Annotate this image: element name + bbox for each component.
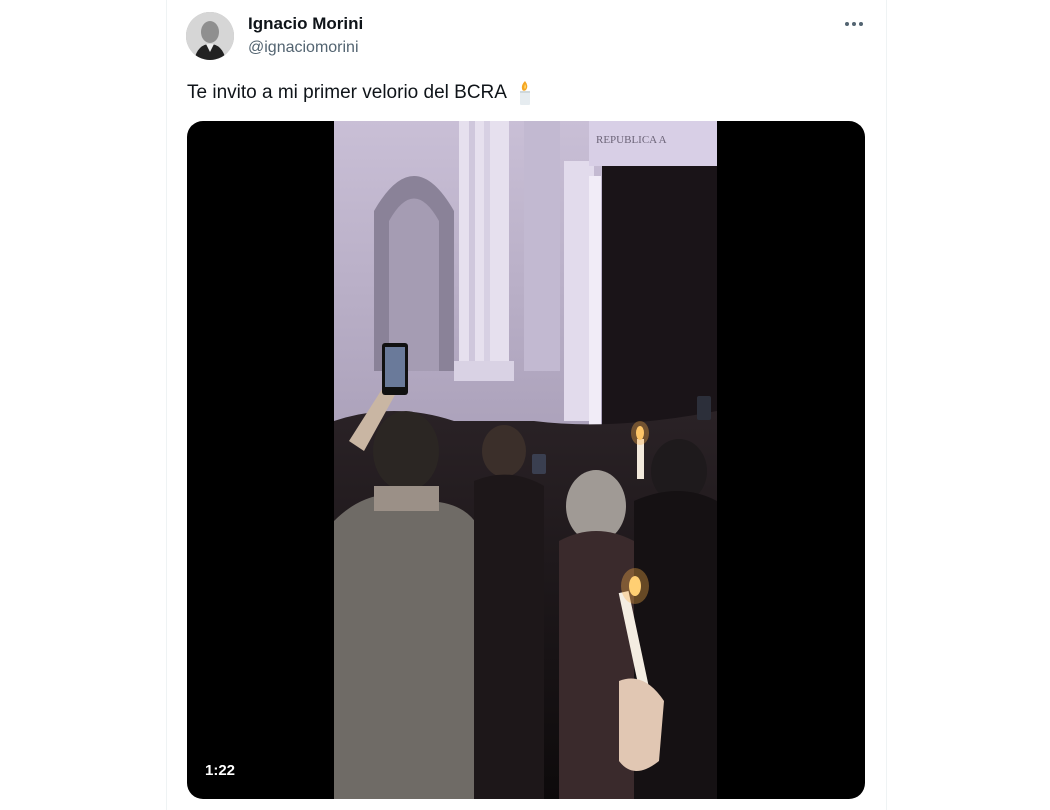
tweet-video[interactable]: REPUBLICA A 1:22 xyxy=(187,121,865,799)
tweet-body: Te invito a mi primer velorio del BCRA xyxy=(187,82,507,103)
avatar-photo xyxy=(186,12,234,60)
video-frame: REPUBLICA A xyxy=(334,121,717,799)
tweet-text: Te invito a mi primer velorio del BCRA xyxy=(187,80,535,106)
author-avatar[interactable] xyxy=(186,12,234,60)
building-inscription: REPUBLICA A xyxy=(596,134,667,146)
video-duration: 1:22 xyxy=(205,762,236,779)
author-name[interactable]: Ignacio Morini xyxy=(248,14,363,34)
candle-icon xyxy=(515,80,535,106)
more-options-icon xyxy=(845,22,863,26)
more-options-button[interactable] xyxy=(840,10,868,38)
author-handle[interactable]: @ignaciomorini xyxy=(248,39,359,57)
